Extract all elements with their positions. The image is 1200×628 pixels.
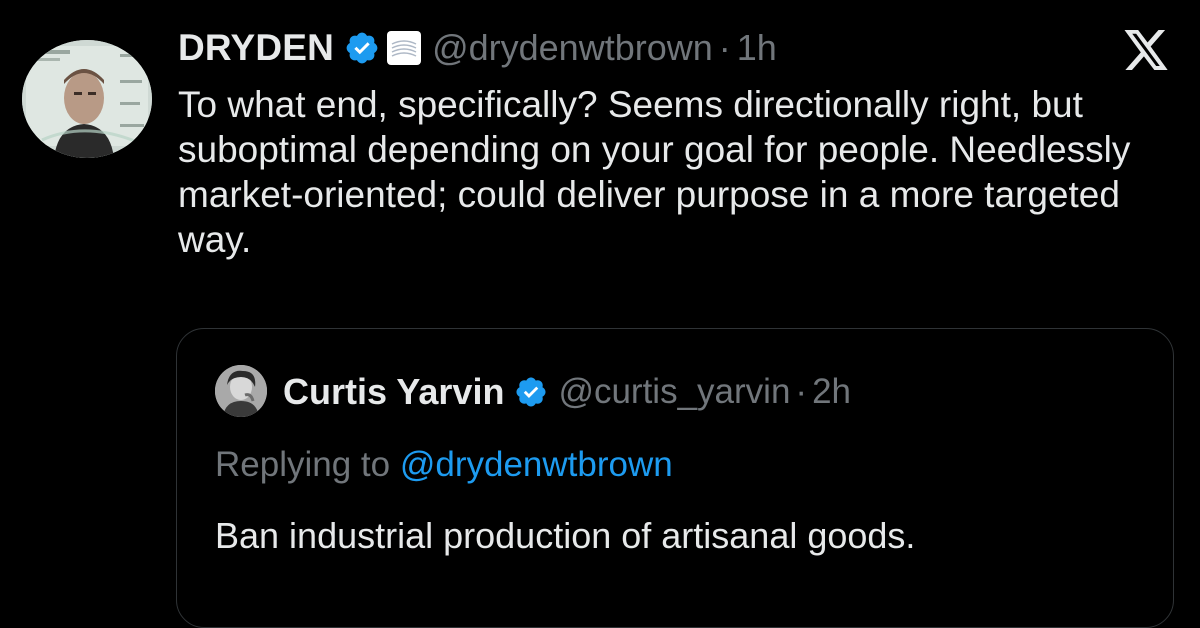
tweet-text: To what end, specifically? Seems directi… [178,84,1131,260]
header-separator: · [718,27,731,68]
verified-badge-icon[interactable] [514,375,548,409]
quoted-tweet-timestamp[interactable]: 2h [812,372,851,412]
author-avatar[interactable] [22,40,152,158]
affiliation-badge-icon[interactable] [386,30,422,66]
quoted-tweet-text: Ban industrial production of artisanal g… [215,515,916,556]
author-name[interactable]: DRYDEN [178,27,334,69]
quoted-author-name[interactable]: Curtis Yarvin [283,371,504,413]
tweet-header: DRYDEN @drydenwtbrown · 1h [178,22,777,74]
quoted-author-handle[interactable]: @curtis_yarvin [558,372,790,412]
quoted-tweet[interactable]: Curtis Yarvin @curtis_yarvin · 2h Replyi… [176,328,1174,628]
replying-to-line: Replying to @drydenwtbrown [215,445,673,485]
avatar-photo-icon [215,365,267,417]
replying-to-mention[interactable]: @drydenwtbrown [400,445,673,484]
quoted-tweet-header: Curtis Yarvin @curtis_yarvin · 2h [283,367,851,417]
quoted-header-separator: · [795,372,808,411]
x-logo-icon [1120,28,1172,72]
replying-to-label: Replying to [215,445,391,484]
tweet-timestamp[interactable]: 1h [737,27,777,69]
quoted-author-avatar[interactable] [215,365,267,417]
tweet[interactable]: DRYDEN @drydenwtbrown · 1h To what end, … [0,0,1200,628]
author-handle[interactable]: @drydenwtbrown [432,27,713,69]
avatar-photo-icon [22,40,152,158]
verified-badge-icon[interactable] [344,30,380,66]
